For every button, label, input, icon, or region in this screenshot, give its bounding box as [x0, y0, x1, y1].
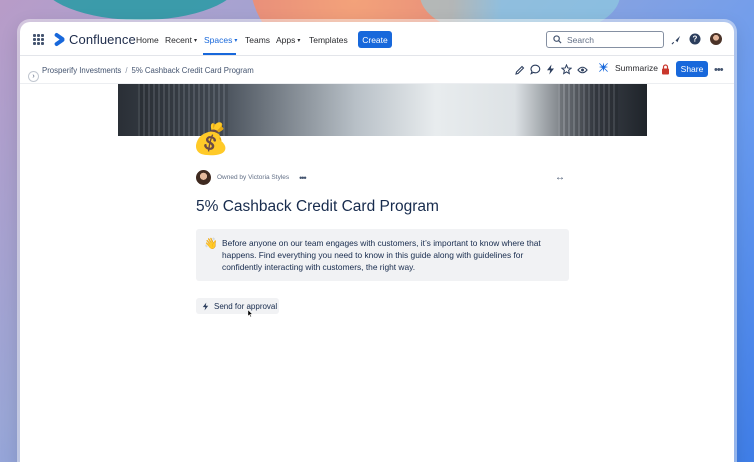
summarize-label: Summarize	[615, 62, 658, 73]
nav-teams-label: Teams	[245, 35, 271, 45]
owner-avatar[interactable]	[196, 170, 211, 185]
chevron-down-icon: ▾	[193, 37, 197, 44]
page-title: 5% Cashback Credit Card Program	[196, 198, 439, 215]
nav-home[interactable]: Home	[136, 35, 159, 45]
create-button[interactable]: Create	[358, 31, 392, 48]
nav-home-label: Home	[136, 35, 159, 45]
nav-templates-label: Templates	[309, 35, 348, 45]
breadcrumb-space[interactable]: Prosperify Investments	[42, 66, 121, 75]
nav-spaces[interactable]: Spaces ▾	[204, 35, 237, 45]
logo-text: Confluence	[69, 32, 136, 47]
star-icon[interactable]	[561, 64, 572, 75]
send-for-approval-button[interactable]: Send for approval	[196, 298, 279, 314]
sidebar-expand-icon[interactable]: ›	[28, 71, 39, 82]
lightning-icon	[202, 302, 209, 310]
svg-text:?: ?	[693, 35, 698, 44]
nav-teams[interactable]: Teams	[245, 35, 270, 45]
share-button[interactable]: Share	[676, 61, 708, 77]
help-icon[interactable]: ?	[689, 33, 701, 45]
byline-more-icon[interactable]: •••	[299, 173, 307, 183]
search-input[interactable]	[567, 34, 657, 45]
app-switcher-icon[interactable]	[33, 34, 44, 45]
active-nav-indicator	[203, 53, 236, 55]
breadcrumb-separator: /	[125, 66, 128, 75]
breadcrumb-page[interactable]: 5% Cashback Credit Card Program	[131, 66, 253, 75]
background-shape	[40, 0, 240, 20]
waving-hand-emoji-icon: 👋	[204, 238, 218, 250]
info-panel: 👋 Before anyone on our team engages with…	[196, 229, 569, 281]
nav-recent[interactable]: Recent ▾	[165, 35, 197, 45]
nav-spaces-label: Spaces	[204, 35, 233, 45]
nav-recent-label: Recent	[165, 35, 192, 45]
nav-apps[interactable]: Apps ▾	[276, 35, 300, 45]
search-icon	[553, 35, 562, 44]
money-bag-emoji-icon[interactable]: 💰	[192, 120, 229, 160]
confluence-logo-icon	[53, 32, 66, 47]
nav-templates[interactable]: Templates	[309, 35, 348, 45]
nav-apps-label: Apps	[276, 35, 296, 45]
top-navigation: Confluence Home Recent ▾ Spaces ▾ Teams …	[20, 22, 734, 56]
user-avatar[interactable]	[710, 33, 722, 45]
more-actions-icon[interactable]: •••	[714, 64, 724, 76]
approval-label: Send for approval	[214, 301, 278, 311]
owner-text: Owned by Victoria Styles	[217, 174, 290, 181]
automation-icon[interactable]	[545, 64, 556, 75]
chevron-down-icon: ▾	[234, 37, 238, 44]
summarize-button[interactable]: Summarize	[598, 62, 658, 73]
page-byline: Owned by Victoria Styles •••	[196, 170, 307, 185]
ai-sparkle-icon	[598, 62, 609, 73]
watch-eye-icon[interactable]	[577, 64, 588, 75]
search-field[interactable]	[546, 31, 664, 48]
notifications-icon[interactable]	[670, 33, 682, 45]
breadcrumb: Prosperify Investments / 5% Cashback Cre…	[42, 66, 254, 75]
mouse-cursor-icon	[248, 310, 253, 317]
confluence-logo[interactable]: Confluence	[53, 32, 136, 47]
restricted-lock-icon[interactable]	[660, 64, 671, 75]
comment-icon[interactable]	[530, 64, 541, 75]
chevron-down-icon: ▾	[297, 37, 301, 44]
panel-text: Before anyone on our team engages with c…	[222, 238, 541, 272]
app-window: Confluence Home Recent ▾ Spaces ▾ Teams …	[20, 22, 734, 462]
expand-width-icon[interactable]: ↔	[555, 172, 565, 183]
edit-icon[interactable]	[514, 64, 525, 75]
